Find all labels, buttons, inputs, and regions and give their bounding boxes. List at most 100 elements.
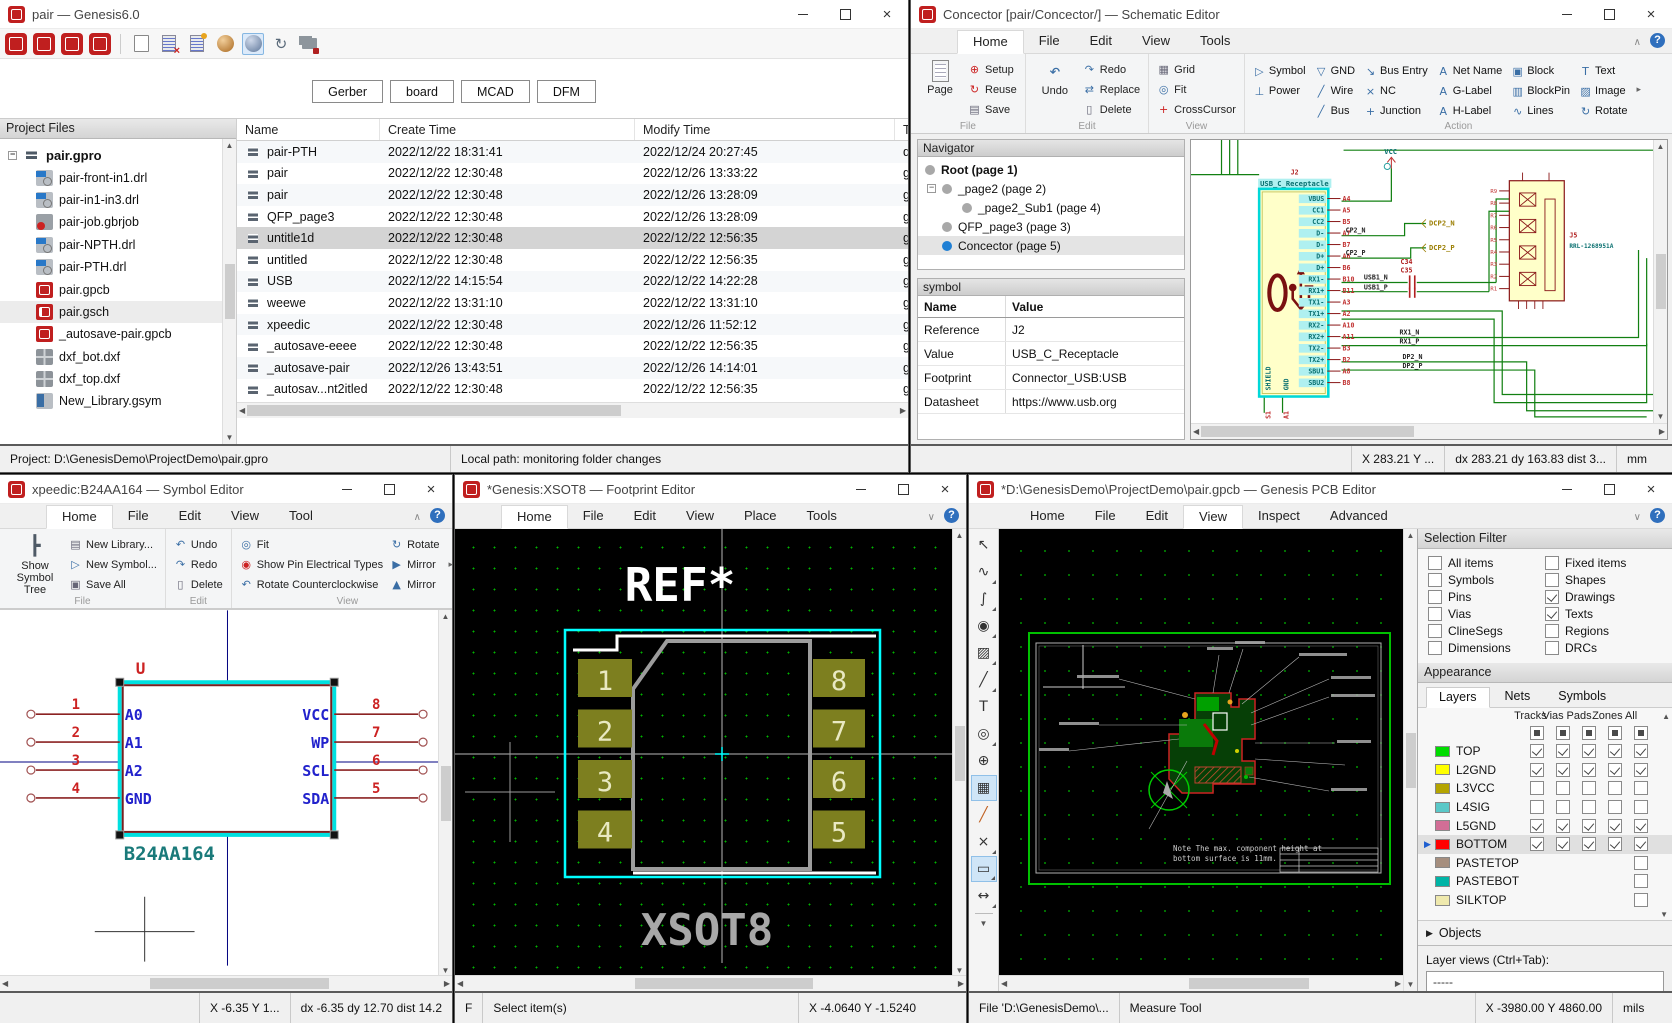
table-row[interactable]: QFP_page3 2022/12/22 12:30:48 2022/12/26… bbox=[237, 206, 908, 228]
pcb-titlebar[interactable]: *D:\GenesisDemo\ProjectDemo\pair.gpcb — … bbox=[969, 475, 1672, 504]
layer-row[interactable]: ▶ SILKTOP bbox=[1418, 891, 1672, 910]
minimize-button[interactable] bbox=[326, 475, 368, 503]
table-row[interactable]: weewe 2022/12/22 13:31:10 2022/12/22 13:… bbox=[237, 292, 908, 314]
ribbon-tab[interactable]: Place bbox=[729, 505, 792, 528]
ribbon-tab[interactable]: View bbox=[1127, 30, 1185, 53]
scroll-right-icon[interactable]: ▶ bbox=[1395, 978, 1401, 989]
delete-button[interactable]: ▯ Delete bbox=[174, 575, 222, 594]
layer-row[interactable]: ▶ L3VCC bbox=[1418, 779, 1672, 798]
tracks-checkbox[interactable] bbox=[1530, 818, 1544, 833]
tree-item[interactable]: pair.gsch bbox=[0, 300, 236, 324]
filter-checkbox-item[interactable]: Symbols bbox=[1428, 573, 1545, 587]
toggle-all-checkbox[interactable] bbox=[1608, 726, 1622, 740]
zones-checkbox[interactable] bbox=[1608, 818, 1622, 833]
vias-checkbox[interactable] bbox=[1556, 818, 1570, 833]
scroll-right-icon[interactable]: ▶ bbox=[900, 405, 906, 416]
tree-scrollbar[interactable]: ▲ ▼ bbox=[222, 139, 236, 444]
pm-titlebar[interactable]: pair — Genesis6.0 bbox=[0, 0, 908, 29]
ribbon-tab[interactable]: Tools bbox=[1185, 30, 1245, 53]
diffpair-tool[interactable]: ∫ bbox=[971, 586, 997, 612]
ribbon-tab[interactable]: Home bbox=[1015, 505, 1080, 528]
column-header[interactable]: Create Time bbox=[380, 119, 635, 140]
action-item[interactable]: ╱ Wire bbox=[1315, 81, 1355, 101]
fp-hscrollbar[interactable]: ◀ ▶ bbox=[455, 975, 966, 991]
vias-checkbox[interactable] bbox=[1556, 837, 1570, 852]
toggle-all-checkbox[interactable] bbox=[1556, 726, 1570, 740]
scrollbar-thumb[interactable] bbox=[1655, 254, 1666, 309]
line-tool[interactable]: ╱ bbox=[971, 667, 997, 693]
crosscursor-button[interactable]: + CrossCursor bbox=[1157, 100, 1236, 119]
new-library-button[interactable]: ▤ New Library... bbox=[69, 535, 157, 554]
mirror-v-button[interactable]: ▲ Mirror bbox=[390, 575, 439, 594]
fp-vscrollbar[interactable]: ▲ ▼ bbox=[952, 529, 966, 977]
scrollbar-thumb[interactable] bbox=[954, 725, 965, 781]
ribbon-tab[interactable]: Inspect bbox=[1243, 505, 1315, 528]
mirror-h-button[interactable]: ▶ Mirror bbox=[390, 555, 439, 574]
sch-hscrollbar[interactable]: ◀ ▶ bbox=[1191, 423, 1667, 439]
appearance-tab[interactable]: Nets bbox=[1492, 686, 1544, 707]
maximize-button[interactable] bbox=[882, 475, 924, 503]
action-button[interactable]: DFM bbox=[536, 80, 596, 103]
tree-item[interactable]: pair.gpcb bbox=[0, 278, 236, 300]
scrollbar-thumb[interactable] bbox=[247, 405, 621, 416]
tracks-checkbox[interactable] bbox=[1530, 800, 1544, 815]
fit-button[interactable]: ◎ Fit bbox=[1157, 80, 1236, 99]
tracks-checkbox[interactable] bbox=[1530, 762, 1544, 777]
pcb-hscrollbar[interactable]: ◀ ▶ bbox=[999, 975, 1403, 991]
help-icon[interactable] bbox=[430, 508, 445, 523]
layer-views-select[interactable]: ----- bbox=[1426, 971, 1664, 991]
ribbon-tab[interactable]: Home bbox=[46, 505, 113, 529]
undo-button[interactable]: ↶ Undo bbox=[1034, 59, 1076, 119]
toggle-all-checkbox[interactable] bbox=[1582, 726, 1596, 740]
layer-row[interactable]: ▶ PASTEBOT bbox=[1418, 872, 1672, 891]
checkbox[interactable] bbox=[1545, 607, 1559, 621]
tracks-checkbox[interactable] bbox=[1530, 837, 1544, 852]
minimize-button[interactable] bbox=[1546, 0, 1588, 28]
footprint-canvas[interactable]: REF* 1 2 3 4 8 7 6 5 XSOT8 ▲ ▼ ◀ ▶ bbox=[455, 529, 966, 991]
remove-file-icon[interactable] bbox=[158, 33, 180, 57]
filter-checkbox-item[interactable]: Shapes bbox=[1545, 573, 1662, 587]
action-item[interactable]: ▨ Image bbox=[1579, 81, 1627, 101]
table-row[interactable]: _autosav...nt2itled 2022/12/22 12:30:48 … bbox=[237, 379, 908, 401]
undo-button[interactable]: ↶ Undo bbox=[174, 535, 223, 554]
scroll-right-icon[interactable]: ▶ bbox=[444, 978, 450, 989]
zones-checkbox[interactable] bbox=[1608, 837, 1622, 852]
scrollbar-thumb[interactable] bbox=[635, 978, 813, 989]
close-button[interactable] bbox=[866, 0, 908, 28]
save-button[interactable]: ▤ Save bbox=[968, 100, 1017, 119]
close-button[interactable] bbox=[1630, 475, 1672, 503]
table-hscrollbar[interactable]: ◀ ▶ bbox=[237, 402, 908, 418]
action-item[interactable]: + Junction bbox=[1364, 101, 1428, 121]
close-button[interactable] bbox=[924, 475, 966, 503]
scroll-left-icon[interactable]: ◀ bbox=[1193, 426, 1199, 437]
layer-color-swatch[interactable] bbox=[1435, 801, 1450, 813]
property-row[interactable]: Footprint Connector_USB:USB bbox=[918, 366, 1184, 390]
expand-icon[interactable] bbox=[927, 182, 936, 193]
action-item[interactable]: ╱ Bus bbox=[1315, 101, 1355, 121]
new-file-icon[interactable] bbox=[186, 32, 208, 55]
action-button[interactable]: MCAD bbox=[461, 80, 530, 103]
property-row[interactable]: Value USB_C_Receptacle bbox=[918, 342, 1184, 366]
filter-checkbox-item[interactable]: ClineSegs bbox=[1428, 624, 1545, 638]
ribbon-tab[interactable]: Edit bbox=[1075, 30, 1127, 53]
checkbox[interactable] bbox=[1428, 590, 1442, 604]
zoom-tool[interactable]: ◎ bbox=[971, 721, 997, 747]
scroll-up-icon[interactable]: ▲ bbox=[1407, 530, 1415, 541]
via-tool[interactable]: ◉ bbox=[971, 613, 997, 639]
all-checkbox[interactable] bbox=[1634, 818, 1648, 833]
pads-checkbox[interactable] bbox=[1582, 762, 1596, 777]
zones-checkbox[interactable] bbox=[1608, 744, 1622, 759]
action-item[interactable]: T Text bbox=[1579, 61, 1627, 81]
new-symbol-button[interactable]: ▷ New Symbol... bbox=[69, 555, 157, 574]
filter-checkbox-item[interactable]: Fixed items bbox=[1545, 556, 1662, 570]
property-row[interactable]: Reference J2 bbox=[918, 318, 1184, 342]
layer-color-swatch[interactable] bbox=[1435, 894, 1450, 906]
layer-color-swatch[interactable] bbox=[1435, 745, 1450, 757]
tree-item[interactable]: pair-PTH.drl bbox=[0, 256, 236, 278]
help-icon[interactable] bbox=[1650, 508, 1665, 523]
scroll-up-icon[interactable]: ▲ bbox=[442, 611, 450, 622]
scrollbar-thumb[interactable] bbox=[1201, 426, 1414, 437]
property-row[interactable]: Datasheet https://www.usb.org bbox=[918, 390, 1184, 414]
expand-ribbon-icon[interactable] bbox=[1634, 509, 1641, 523]
table-row[interactable]: _autosave-pair 2022/12/26 13:43:51 2022/… bbox=[237, 356, 908, 379]
